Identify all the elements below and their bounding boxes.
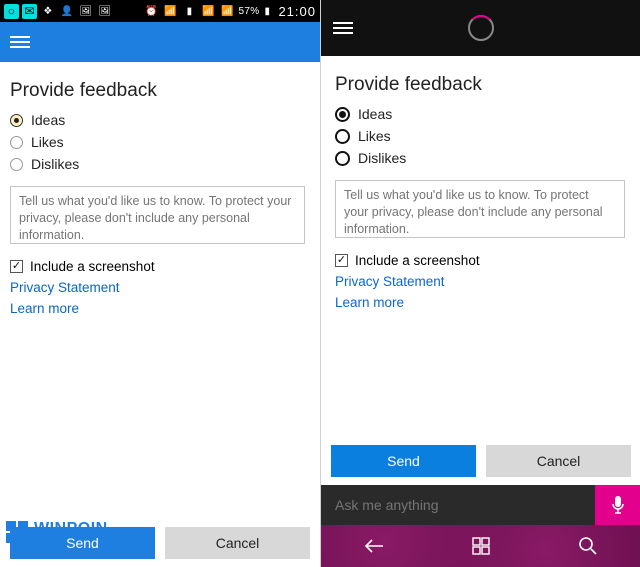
radio-ideas[interactable]: Ideas [10,112,310,128]
nav-bar [321,525,640,567]
status-bar: ○ ✉ ❖ 👤 🖼 🖼 ⏰ 📶 ▮ 📶 📶 57% ▮ 21:00 [0,0,320,22]
image-icon: 🖼 [97,3,113,19]
checkbox-label: Include a screenshot [30,259,155,274]
hamburger-icon[interactable] [10,33,30,51]
cancel-button[interactable]: Cancel [165,527,310,559]
send-button[interactable]: Send [10,527,155,559]
battery-pct: 57% [239,6,260,17]
checkbox-icon [335,254,348,267]
send-button[interactable]: Send [331,445,476,477]
image-icon: 🖼 [78,3,94,19]
battery-icon: ▮ [259,3,275,19]
learn-more-link[interactable]: Learn more [335,295,628,310]
cortana-icon[interactable] [468,15,494,41]
app-header [0,22,320,62]
radio-icon [10,136,23,149]
radio-dislikes[interactable]: Dislikes [335,150,628,166]
radio-dislikes[interactable]: Dislikes [10,156,310,172]
feedback-form: Provide feedback Ideas Likes Dislikes In… [0,62,320,316]
back-button[interactable] [321,525,428,567]
radio-icon [10,158,23,171]
screenshot-checkbox[interactable]: Include a screenshot [335,253,628,268]
cortana-ask-bar [321,485,640,525]
hamburger-icon[interactable] [333,19,353,37]
search-icon [578,536,598,556]
screenshot-checkbox[interactable]: Include a screenshot [10,259,310,274]
clock: 21:00 [278,4,316,19]
footer: WINPOIN #1 Windows Portal Indonesia Send… [0,518,320,567]
radio-label: Ideas [31,112,65,128]
radio-icon [335,129,350,144]
notif-icon: ○ [4,4,19,19]
page-title: Provide feedback [10,80,310,102]
page-title: Provide feedback [335,74,628,96]
cancel-button[interactable]: Cancel [486,445,631,477]
mic-icon [611,495,625,515]
radio-ideas[interactable]: Ideas [335,106,628,122]
radio-label: Likes [358,128,391,144]
bbm-icon: ❖ [40,3,56,19]
alarm-icon: ⏰ [144,3,160,19]
search-button[interactable] [534,525,640,567]
radio-label: Ideas [358,106,392,122]
ask-input[interactable] [321,497,595,513]
android-screen: ○ ✉ ❖ 👤 🖼 🖼 ⏰ 📶 ▮ 📶 📶 57% ▮ 21:00 Provid… [0,0,320,567]
radio-label: Dislikes [31,156,79,172]
radio-label: Likes [31,134,64,150]
checkbox-label: Include a screenshot [355,253,480,268]
radio-label: Dislikes [358,150,406,166]
sim1-icon: ▮ [182,3,198,19]
radio-icon [335,107,350,122]
signal-icon: 📶 [201,3,217,19]
person-icon: 👤 [59,3,75,19]
back-icon [363,538,385,554]
feedback-form: Provide feedback Ideas Likes Dislikes In… [321,56,640,310]
privacy-link[interactable]: Privacy Statement [335,274,628,289]
windows-icon [472,537,490,555]
wifi-icon: 📶 [163,3,179,19]
radio-likes[interactable]: Likes [10,134,310,150]
radio-likes[interactable]: Likes [335,128,628,144]
feedback-textarea[interactable] [335,180,625,238]
radio-icon [335,151,350,166]
learn-more-link[interactable]: Learn more [10,301,310,316]
radio-icon [10,114,23,127]
footer: Send Cancel [321,437,640,567]
checkbox-icon [10,260,23,273]
feedback-textarea[interactable] [10,186,305,244]
mic-button[interactable] [595,485,640,525]
signal-icon: 📶 [220,3,236,19]
notif-icon: ✉ [22,4,37,19]
home-button[interactable] [428,525,535,567]
windows-screen: Provide feedback Ideas Likes Dislikes In… [320,0,640,567]
privacy-link[interactable]: Privacy Statement [10,280,310,295]
app-header [321,0,640,56]
